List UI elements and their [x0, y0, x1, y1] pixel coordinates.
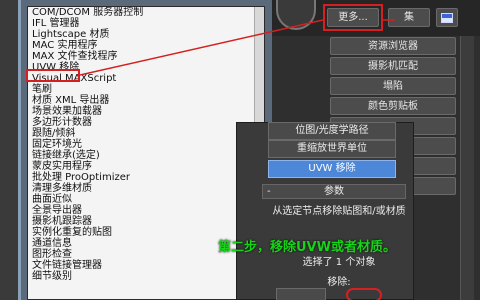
tutorial-annotation: 第二步，移除UVW或者材质。	[218, 240, 396, 255]
connector-line	[79, 19, 324, 76]
annotation-lines	[79, 19, 395, 76]
